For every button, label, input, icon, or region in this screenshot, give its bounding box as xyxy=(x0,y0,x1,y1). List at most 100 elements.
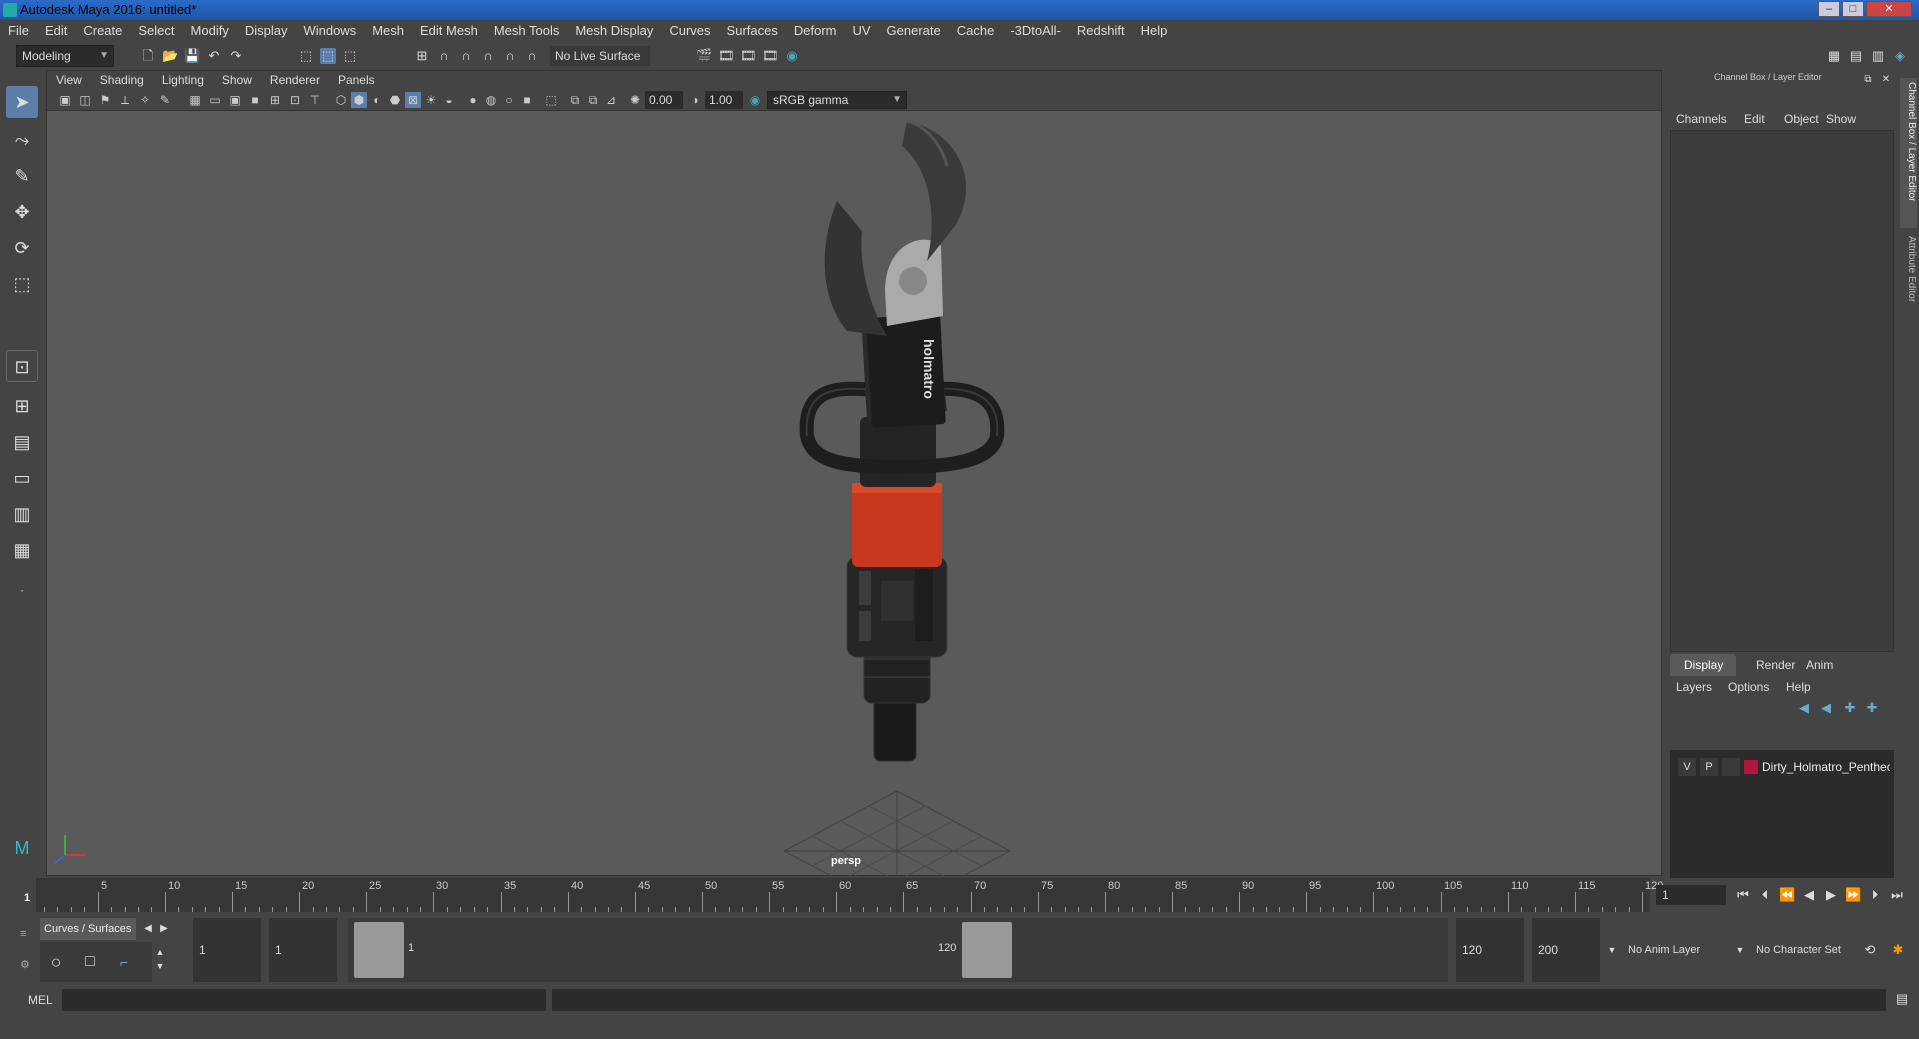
snap-surface-icon[interactable]: ∩ xyxy=(502,48,518,64)
move-layer-down-icon[interactable]: ◀ xyxy=(1818,700,1834,716)
four-view-layout-icon[interactable]: ⊞ xyxy=(6,390,38,422)
shelf-menu-icon[interactable]: ≡ xyxy=(20,928,34,942)
wireframe-icon[interactable]: ⬡ xyxy=(333,92,349,108)
animation-end-field[interactable]: 200 xyxy=(1532,918,1600,982)
persp-outliner-layout-icon[interactable]: ▤ xyxy=(6,426,38,458)
cv-curve-icon[interactable]: ⌐ xyxy=(116,954,132,970)
viewport-menu-lighting[interactable]: Lighting xyxy=(153,71,213,89)
render-settings-icon[interactable]: 🎞 xyxy=(762,48,779,64)
attribute-editor-toggle-icon[interactable]: ▤ xyxy=(1848,48,1864,64)
menu-deform[interactable]: Deform xyxy=(786,20,845,42)
menu-create[interactable]: Create xyxy=(75,20,130,42)
range-bar[interactable]: 1 120 xyxy=(348,918,1448,982)
render-layers-tab[interactable]: Render xyxy=(1756,658,1795,672)
select-hierarchy-icon[interactable]: ⬚ xyxy=(298,48,314,64)
hypershade-layout-icon[interactable]: ▥ xyxy=(6,498,38,530)
layer-color-swatch[interactable] xyxy=(1744,760,1758,774)
viewport-menu-panels[interactable]: Panels xyxy=(329,71,384,89)
channels-menu[interactable]: Channels xyxy=(1676,112,1727,126)
menu-mesh-tools[interactable]: Mesh Tools xyxy=(486,20,568,42)
xray-components-icon[interactable]: ⧉ xyxy=(585,92,601,108)
go-to-end-icon[interactable]: ⏭ xyxy=(1889,887,1905,903)
safe-action-icon[interactable]: ⊡ xyxy=(287,92,303,108)
color-management-icon[interactable]: ◉ xyxy=(747,92,763,108)
anim-layers-tab[interactable]: Anim xyxy=(1806,658,1833,672)
menu-windows[interactable]: Windows xyxy=(295,20,364,42)
field-chart-icon[interactable]: ⊞ xyxy=(267,92,283,108)
isolate-select-icon[interactable]: ■ xyxy=(519,92,535,108)
move-layer-up-icon[interactable]: ◀ xyxy=(1796,700,1812,716)
xray-joints-icon[interactable]: ⧉ xyxy=(567,92,583,108)
undo-icon[interactable]: ↶ xyxy=(206,48,222,64)
auto-key-icon[interactable]: ⟲ xyxy=(1862,942,1878,958)
select-tool-icon[interactable]: ➤ xyxy=(6,86,38,118)
step-forward-key-icon[interactable]: ⏩ xyxy=(1845,887,1861,903)
wireframe-on-shaded-icon[interactable]: ◐ xyxy=(369,92,385,108)
backface-icon[interactable]: ⊿ xyxy=(603,92,619,108)
snap-live-icon[interactable]: ∩ xyxy=(524,48,540,64)
textured-icon[interactable]: ⬣ xyxy=(387,92,403,108)
playback-end-field[interactable]: 120 xyxy=(1456,918,1524,982)
select-camera-icon[interactable]: ▣ xyxy=(57,92,73,108)
float-panel-icon[interactable]: ⧉ xyxy=(1860,72,1876,88)
help-menu[interactable]: Help xyxy=(1786,680,1811,694)
exposure-icon[interactable]: ✺ xyxy=(627,92,643,108)
gamma-field[interactable]: 1.00 xyxy=(705,91,743,109)
shelf-settings-icon[interactable]: ⚙ xyxy=(20,958,30,971)
move-tool-icon[interactable]: ✥ xyxy=(6,196,38,228)
viewport-menu-show[interactable]: Show xyxy=(213,71,261,89)
edit-menu[interactable]: Edit xyxy=(1744,112,1765,126)
shelf-tab-prev-icon[interactable]: ◀ xyxy=(140,921,156,937)
object-menu[interactable]: Object xyxy=(1784,112,1819,126)
layer-name[interactable]: Dirty_Holmatro_Pentheo xyxy=(1762,758,1890,776)
layer-row[interactable]: V P Dirty_Holmatro_Pentheo xyxy=(1678,758,1892,776)
gamma-icon[interactable]: ◑ xyxy=(687,92,703,108)
menu-help[interactable]: Help xyxy=(1133,20,1176,42)
new-scene-icon[interactable]: 🗋 xyxy=(140,48,156,64)
depth-of-field-icon[interactable]: ○ xyxy=(501,92,517,108)
mode-selector[interactable]: Modeling ▼ xyxy=(16,45,114,67)
channel-box-vertical-tab[interactable]: Channel Box / Layer Editor xyxy=(1900,78,1917,228)
resolution-gate-icon[interactable]: ▣ xyxy=(227,92,243,108)
save-scene-icon[interactable]: 💾 xyxy=(184,48,200,64)
render-view-icon[interactable]: 🎬 xyxy=(696,48,712,64)
menu-generate[interactable]: Generate xyxy=(879,20,949,42)
open-scene-icon[interactable]: 📂 xyxy=(162,48,178,64)
close-panel-icon[interactable]: ✕ xyxy=(1878,72,1894,88)
show-menu[interactable]: Show xyxy=(1826,112,1856,126)
minimize-button[interactable]: – xyxy=(1818,1,1840,17)
holmatro-cutter-model[interactable]: holmatro xyxy=(799,119,1005,762)
tool-settings-toggle-icon[interactable]: ▥ xyxy=(1870,48,1886,64)
step-back-frame-icon[interactable]: ⏴ xyxy=(1757,887,1773,903)
modeling-toolkit-icon[interactable]: ▦ xyxy=(1826,48,1842,64)
view-transform-dropdown[interactable]: sRGB gamma ▼ xyxy=(767,91,907,109)
menu-file[interactable]: File xyxy=(0,20,37,42)
shelf-scroll-down-icon[interactable]: ▼ xyxy=(152,958,168,974)
new-layer-icon[interactable]: ✚ xyxy=(1842,700,1858,716)
step-forward-frame-icon[interactable]: ⏵ xyxy=(1867,887,1883,903)
layer-playback-toggle[interactable]: P xyxy=(1700,758,1718,776)
motion-blur-icon[interactable]: ● xyxy=(465,92,481,108)
gate-mask-icon[interactable]: ■ xyxy=(247,92,263,108)
safe-title-icon[interactable]: ⊤ xyxy=(307,92,323,108)
single-view-layout-icon[interactable]: ⊡ xyxy=(6,350,38,382)
animation-start-field[interactable]: 1 xyxy=(193,918,261,982)
snap-point-icon[interactable]: ∩ xyxy=(458,48,474,64)
menu-redshift[interactable]: Redshift xyxy=(1069,20,1133,42)
nurbs-square-icon[interactable]: □ xyxy=(82,954,98,970)
multisample-aa-icon[interactable]: ◍ xyxy=(483,92,499,108)
lasso-tool-icon[interactable]: ⤳ xyxy=(6,124,38,156)
shelf-tab-next-icon[interactable]: ▶ xyxy=(156,921,172,937)
menu-modify[interactable]: Modify xyxy=(183,20,237,42)
menu-3dtoall[interactable]: -3DtoAll- xyxy=(1002,20,1069,42)
go-to-start-icon[interactable]: ⏮ xyxy=(1735,887,1751,903)
select-component-icon[interactable]: ⬚ xyxy=(342,48,358,64)
render-layout-icon[interactable]: ▦ xyxy=(6,534,38,566)
3d-scene[interactable]: holmatro xyxy=(47,111,1661,877)
shelf-tab-curves-surfaces[interactable]: Curves / Surfaces xyxy=(40,918,136,940)
live-surface-field[interactable]: No Live Surface xyxy=(550,46,650,66)
command-input[interactable] xyxy=(62,989,546,1011)
range-end-handle[interactable] xyxy=(962,922,1012,978)
menu-select[interactable]: Select xyxy=(130,20,182,42)
channel-box-toggle-icon[interactable]: ◈ xyxy=(1892,48,1908,64)
